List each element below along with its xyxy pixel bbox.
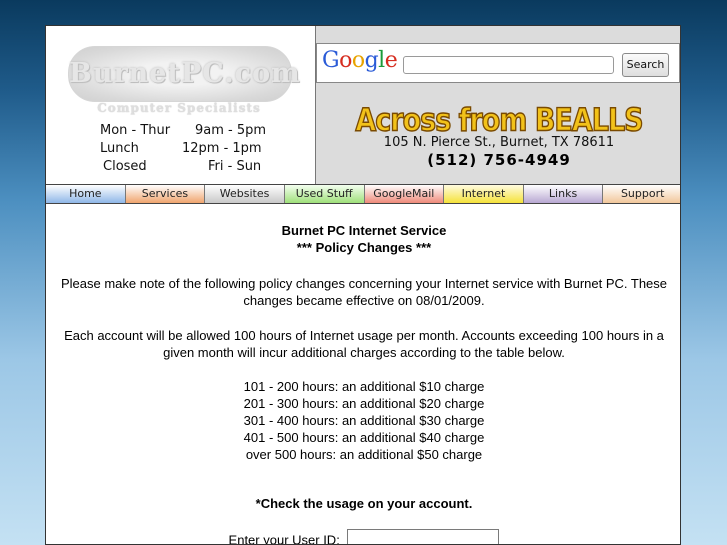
page-title: Burnet PC Internet Service	[281, 223, 447, 238]
nav-item-used-stuff[interactable]: Used Stuff	[284, 185, 365, 203]
nav-item-googlemail[interactable]: GoogleMail	[364, 185, 445, 203]
nav-item-internet[interactable]: Internet	[444, 185, 524, 203]
logo-text: BurnetPC.com	[69, 58, 301, 89]
hours-day: Lunch	[100, 141, 139, 156]
main-content: Burnet PC Internet Service *** Policy Ch…	[46, 204, 680, 545]
hours-row: Closed Fri - Sun	[46, 158, 315, 176]
header-left-panel: BurnetPC.com Computer Specialists Mon - …	[46, 26, 316, 184]
location-banner: Across from BEALLS	[355, 102, 645, 139]
policy-details: Each account will be allowed 100 hours o…	[64, 328, 664, 360]
store-address: 105 N. Pierce St., Burnet, TX 78611	[383, 135, 615, 150]
nav-item-services[interactable]: Services	[125, 185, 206, 203]
charge-item: 201 - 300 hours: an additional $20 charg…	[243, 396, 485, 411]
main-nav: Home Services Websites Used Stuff Google…	[46, 184, 680, 204]
store-phone: (512) 756-4949	[427, 151, 571, 169]
nav-item-home[interactable]: Home	[46, 185, 126, 203]
userid-input[interactable]	[347, 529, 500, 544]
charge-item: 401 - 500 hours: an additional $40 charg…	[243, 430, 485, 445]
site-header: BurnetPC.com Computer Specialists Mon - …	[46, 26, 680, 184]
business-hours: Mon - Thur 9am - 5pm Lunch 12pm - 1pm Cl…	[46, 122, 315, 176]
hours-row: Mon - Thur 9am - 5pm	[46, 122, 315, 140]
nav-item-links[interactable]: Links	[523, 185, 604, 203]
google-search-box: Google Search	[316, 43, 680, 83]
userid-label: Enter your User ID:	[228, 532, 340, 545]
google-search-input[interactable]	[403, 56, 614, 74]
page-subtitle: *** Policy Changes ***	[296, 240, 432, 255]
logo-tagline: Computer Specialists	[97, 101, 261, 115]
policy-intro: Please make note of the following policy…	[60, 276, 668, 308]
charge-item: 101 - 200 hours: an additional $10 charg…	[243, 379, 485, 394]
charge-item: over 500 hours: an additional $50 charge	[245, 447, 483, 462]
hours-time: Fri - Sun	[208, 159, 262, 174]
hours-time: 12pm - 1pm	[182, 141, 262, 156]
userid-row: Enter your User ID:	[46, 529, 680, 545]
check-usage-heading: *Check the usage on your account.	[255, 496, 473, 511]
google-logo: Google	[322, 48, 398, 73]
nav-item-support[interactable]: Support	[603, 185, 680, 203]
hours-day: Closed	[103, 159, 147, 174]
hours-row: Lunch 12pm - 1pm	[46, 140, 315, 158]
site-logo[interactable]: BurnetPC.com	[68, 46, 301, 102]
hours-day: Mon - Thur	[100, 123, 171, 138]
header-right-panel: Google Search Across from BEALLS 105 N. …	[316, 26, 680, 184]
page-container: BurnetPC.com Computer Specialists Mon - …	[45, 25, 681, 545]
nav-item-websites[interactable]: Websites	[205, 185, 285, 203]
charges-list: 101 - 200 hours: an additional $10 charg…	[46, 378, 680, 463]
hours-time: 9am - 5pm	[195, 123, 267, 138]
charge-item: 301 - 400 hours: an additional $30 charg…	[243, 413, 485, 428]
google-search-button[interactable]: Search	[622, 53, 669, 77]
